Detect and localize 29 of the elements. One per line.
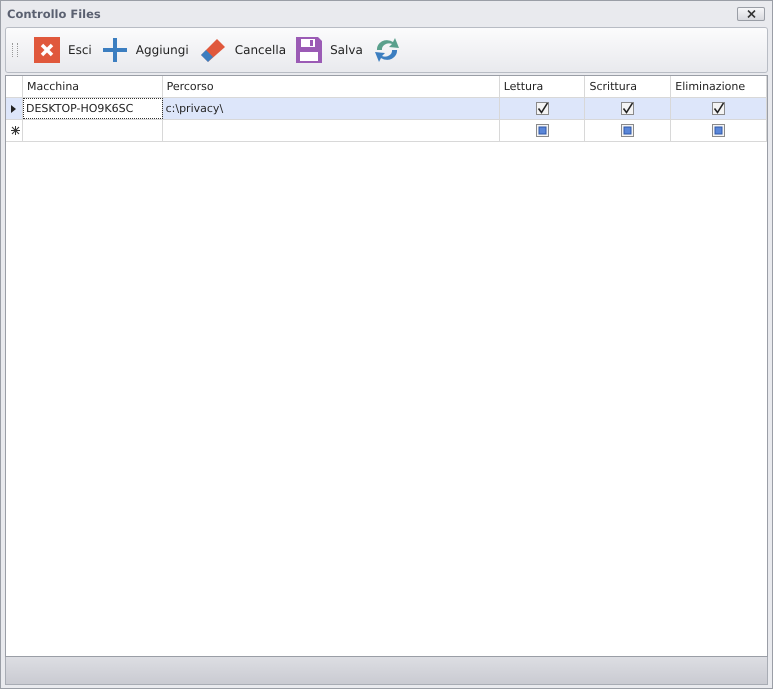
table-row[interactable] [6,120,767,142]
table-cell: DESKTOP-HO9K6SC [26,102,134,115]
add-button[interactable]: Aggiungi [100,35,191,65]
close-icon [746,10,756,18]
column-header[interactable]: Percorso [162,76,500,97]
plus-icon [102,37,128,63]
exit-button[interactable]: Esci [32,35,94,65]
checkbox[interactable] [712,102,726,115]
selected-row[interactable]: DESKTOP-HO9K6SC c:\privacy\ [6,98,767,120]
checkbox[interactable] [621,124,634,137]
close-button[interactable] [737,7,765,21]
toolbar-grip[interactable] [12,43,18,57]
eraser-icon [198,36,227,64]
save-button[interactable]: Salva [294,35,365,65]
column-header[interactable]: Scrittura [585,76,672,97]
refresh-icon [372,36,401,64]
close-icon [34,37,60,63]
checkbox[interactable] [712,124,726,137]
window-title: Controllo Files [7,7,101,21]
column-header[interactable]: Lettura [500,76,586,97]
table-cell: c:\privacy\ [166,102,224,115]
erase-button[interactable]: Cancella [196,34,288,66]
checkbox[interactable] [536,102,549,115]
column-header[interactable]: Macchina [22,76,163,97]
row-pointer-icon [11,104,16,112]
checkbox[interactable] [536,124,549,137]
column-header[interactable]: Eliminazione [671,76,767,97]
checkbox[interactable] [621,102,634,115]
new-row-icon [11,126,20,135]
